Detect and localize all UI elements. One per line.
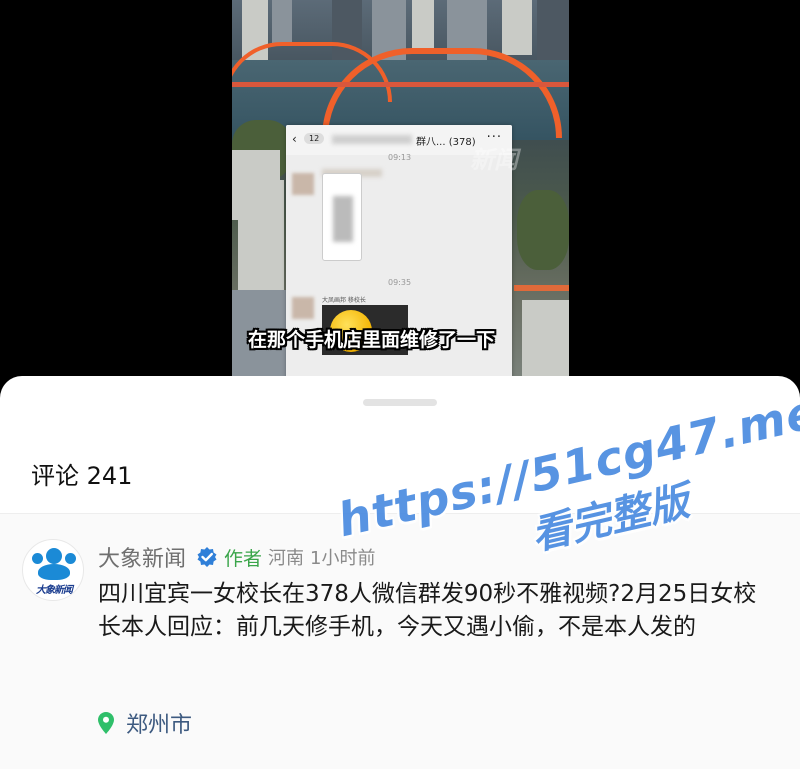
sender-label: 大凤画邦 移校长 bbox=[322, 297, 366, 304]
video-watermark: 新闻 bbox=[470, 146, 518, 174]
author-tag: 作者 bbox=[224, 547, 263, 570]
chat-time: 09:13 bbox=[388, 153, 412, 162]
sender-avatar bbox=[292, 173, 314, 195]
building bbox=[272, 0, 292, 45]
blurred-group-name bbox=[332, 135, 412, 144]
location-text: 郑州市 bbox=[126, 713, 193, 738]
screen: ‹ 12 群八... (378) ··· 09:13 09:35 大凤画邦 移校… bbox=[0, 0, 800, 769]
paw-pad bbox=[32, 553, 43, 564]
location-tag[interactable]: 郑州市 bbox=[98, 708, 192, 738]
building bbox=[502, 0, 532, 55]
paw-pad bbox=[65, 553, 76, 564]
building bbox=[238, 180, 284, 290]
building bbox=[412, 0, 434, 50]
greenery bbox=[517, 190, 569, 270]
bridge-deck bbox=[232, 82, 569, 87]
bridge-deck bbox=[514, 285, 569, 291]
avatar-logo-text: 大象新闻 bbox=[36, 585, 73, 596]
comments-title: 评论 241 bbox=[31, 462, 133, 490]
paw-pad bbox=[38, 564, 70, 580]
phone-image bbox=[322, 173, 362, 261]
bridge-arch bbox=[232, 42, 392, 102]
blurred-image bbox=[333, 196, 353, 242]
author-name[interactable]: 大象新闻 bbox=[98, 541, 186, 573]
chat-time: 09:35 bbox=[388, 278, 412, 287]
location-pin-icon bbox=[98, 712, 114, 734]
sender-avatar bbox=[292, 297, 314, 319]
unread-count: 12 bbox=[304, 133, 325, 144]
comment-region: 河南 bbox=[268, 548, 305, 569]
back-icon: ‹ bbox=[292, 132, 297, 146]
comment-text[interactable]: 四川宜宾一女校长在378人微信群发90秒不雅视频?2月25日女校长本人回应：前几… bbox=[98, 578, 778, 644]
group-name: 群八... (378) bbox=[416, 137, 476, 148]
avatar[interactable]: 大象新闻 bbox=[22, 539, 84, 601]
verified-badge-icon bbox=[197, 547, 217, 567]
paw-pad bbox=[46, 548, 62, 564]
